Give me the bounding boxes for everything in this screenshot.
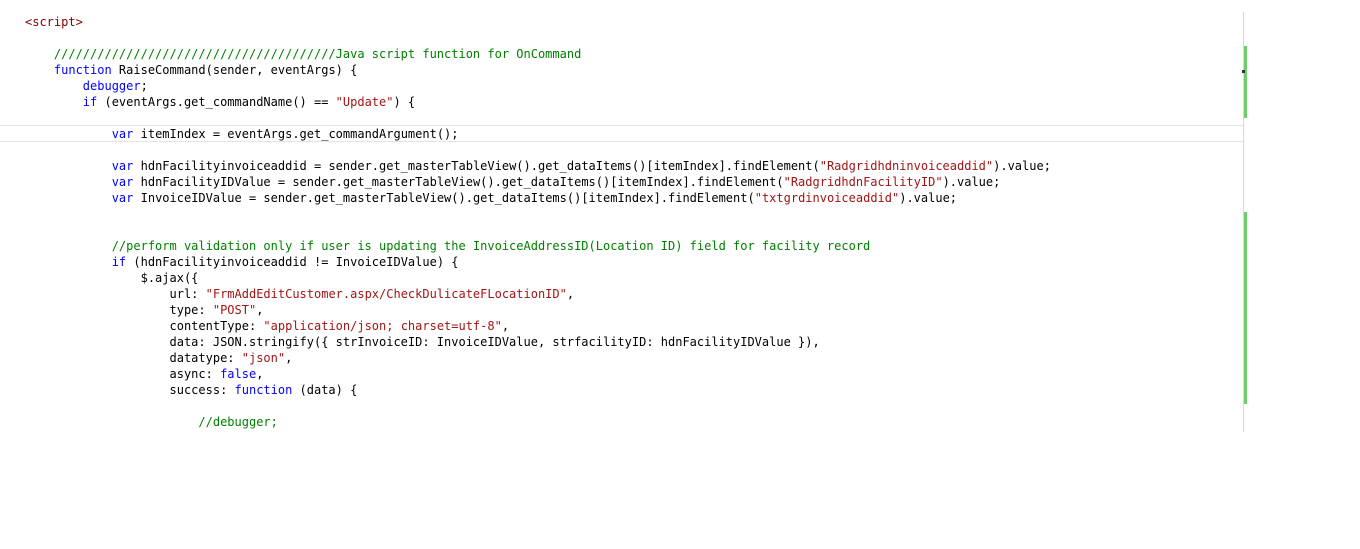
- code-text: ).value;: [899, 191, 958, 205]
- code-keyword: false: [220, 367, 257, 381]
- code-text: datatype:: [25, 351, 242, 365]
- code-comment: //perform validation only if user is upd…: [25, 239, 871, 253]
- code-line[interactable]: var hdnFacilityIDValue = sender.get_mast…: [25, 174, 1001, 190]
- code-text: ).value;: [993, 159, 1051, 173]
- code-line[interactable]: //debugger;: [25, 414, 278, 430]
- code-text: (hdnFacilityinvoiceaddid != InvoiceIDVal…: [126, 255, 459, 269]
- code-line[interactable]: //perform validation only if user is upd…: [25, 238, 871, 254]
- code-keyword: function: [53, 63, 112, 77]
- code-text: contentType:: [25, 319, 264, 333]
- code-text: (eventArgs.get_commandName() ==: [97, 95, 336, 109]
- code-text: ,: [285, 351, 293, 365]
- code-string: "application/json; charset=utf-8": [263, 319, 502, 333]
- code-line[interactable]: debugger;: [25, 78, 148, 94]
- code-text: data: JSON.stringify({ strInvoiceID: Inv…: [25, 335, 820, 349]
- code-text: ,: [256, 367, 264, 381]
- code-text: $.ajax({: [25, 271, 199, 285]
- code-line[interactable]: $.ajax({: [25, 270, 199, 286]
- code-keyword: debugger: [82, 79, 141, 93]
- code-text: ) {: [393, 95, 416, 109]
- code-line[interactable]: datatype: "json",: [25, 350, 292, 366]
- code-text: RaiseCommand(sender, eventArgs) {: [111, 63, 358, 77]
- change-indicator-bar: [1244, 46, 1247, 118]
- code-keyword: var: [111, 159, 134, 173]
- code-line[interactable]: async: false,: [25, 366, 263, 382]
- code-line[interactable]: type: "POST",: [25, 302, 263, 318]
- code-line[interactable]: url: "FrmAddEditCustomer.aspx/CheckDulic…: [25, 286, 574, 302]
- code-editor[interactable]: <script> ///////////////////////////////…: [0, 0, 1360, 549]
- code-string: "FrmAddEditCustomer.aspx/CheckDulicateFL…: [205, 287, 567, 301]
- code-line[interactable]: var itemIndex = eventArgs.get_commandArg…: [25, 126, 459, 142]
- code-string: "POST": [212, 303, 257, 317]
- code-line[interactable]: contentType: "application/json; charset=…: [25, 318, 509, 334]
- code-text: ,: [501, 319, 510, 333]
- code-line[interactable]: var hdnFacilityinvoiceaddid = sender.get…: [25, 158, 1051, 174]
- code-keyword: var: [111, 175, 134, 189]
- code-text: ;: [140, 79, 148, 93]
- code-string: "Update": [335, 95, 394, 109]
- code-comment: //debugger;: [25, 415, 278, 429]
- code-text: (data) {: [292, 383, 358, 397]
- code-text: type:: [25, 303, 213, 317]
- code-keyword: var: [111, 127, 134, 141]
- code-string: "txtgrdinvoiceaddid": [754, 191, 900, 205]
- code-text: ,: [566, 287, 575, 301]
- code-text: url:: [25, 287, 206, 301]
- code-keyword: if: [82, 95, 98, 109]
- code-line[interactable]: if (eventArgs.get_commandName() == "Upda…: [25, 94, 415, 110]
- change-indicator-bar: [1244, 212, 1247, 404]
- code-line[interactable]: function RaiseCommand(sender, eventArgs)…: [25, 62, 357, 78]
- code-text: async:: [25, 367, 221, 381]
- code-text: ,: [256, 303, 264, 317]
- code-string: "RadgridhdnFacilityID": [783, 175, 943, 189]
- code-keyword: if: [111, 255, 127, 269]
- code-text: ).value;: [942, 175, 1001, 189]
- code-text: hdnFacilityinvoiceaddid = sender.get_mas…: [133, 159, 820, 173]
- scroll-marker: [1242, 70, 1245, 73]
- code-text: InvoiceIDValue = sender.get_masterTableV…: [133, 191, 755, 205]
- code-text: success:: [25, 383, 235, 397]
- code-line[interactable]: if (hdnFacilityinvoiceaddid != InvoiceID…: [25, 254, 459, 270]
- code-text: hdnFacilityIDValue = sender.get_masterTa…: [133, 175, 784, 189]
- code-string: "Radgridhdninvoiceaddid": [819, 159, 994, 173]
- code-text: itemIndex = eventArgs.get_commandArgumen…: [133, 127, 459, 141]
- code-line[interactable]: var InvoiceIDValue = sender.get_masterTa…: [25, 190, 957, 206]
- code-line[interactable]: ///////////////////////////////////////J…: [25, 46, 581, 62]
- code-comment: ///////////////////////////////////////J…: [25, 47, 582, 61]
- code-keyword: var: [111, 191, 134, 205]
- code-string: "json": [241, 351, 286, 365]
- code-line[interactable]: success: function (data) {: [25, 382, 357, 398]
- code-tag: <script>: [25, 15, 83, 29]
- code-line[interactable]: data: JSON.stringify({ strInvoiceID: Inv…: [25, 334, 820, 350]
- code-line[interactable]: <script>: [25, 14, 83, 30]
- code-keyword: function: [234, 383, 293, 397]
